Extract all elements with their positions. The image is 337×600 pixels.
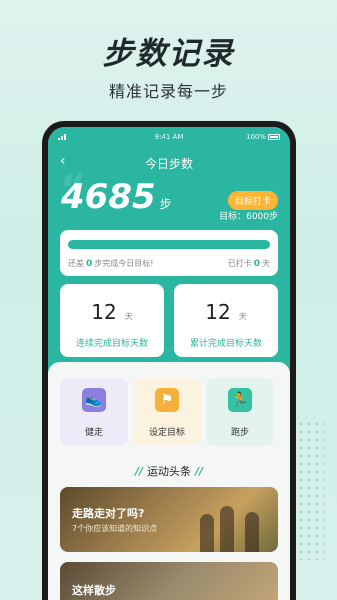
stat-value: 12 天 [91, 300, 133, 324]
person-silhouette [200, 514, 214, 552]
stat-label: 连续完成目标天数 [75, 339, 148, 349]
person-silhouette [245, 512, 259, 552]
phone-frame: 9:41 AM 100% ‹ 今日步数 “ 4685 步 目标打卡 目标：6000… [42, 121, 296, 600]
walk-button[interactable]: 👟 健走 [60, 378, 128, 446]
run-icon: 🏃 [228, 388, 252, 412]
promo-subtitle: 精准记录每一步 [108, 82, 228, 101]
set-goal-label: 设定目标 [148, 428, 185, 438]
news-title: 这样散步 [72, 584, 116, 597]
total-days-card: 12 天 累计完成目标天数 [174, 284, 278, 357]
step-unit: 步 [159, 197, 172, 211]
slash-icon: // [134, 465, 143, 478]
stat-label: 累计完成目标天数 [189, 339, 262, 349]
progress-card: 还差 0 步完成今日目标! 已打卡 0 天 [60, 230, 278, 276]
step-number: 4685 [61, 177, 156, 217]
consecutive-days-card: 12 天 连续完成目标天数 [60, 284, 164, 357]
battery-percent: 100% [245, 133, 266, 141]
promo-title: 步数记录 [102, 36, 235, 72]
section-title: //运动头条// [134, 465, 204, 478]
battery-icon [268, 134, 280, 140]
checkin-button[interactable]: 目标打卡 [227, 191, 278, 210]
slash-icon: // [195, 465, 204, 478]
battery-indicator: 100% [246, 133, 280, 141]
news-title: 走路走对了吗? [72, 507, 145, 520]
person-silhouette [220, 506, 234, 552]
progress-bar [68, 240, 270, 249]
step-count: 4685 步 [61, 177, 172, 217]
run-button[interactable]: 🏃 跑步 [206, 378, 274, 446]
status-bar: 9:41 AM 100% [48, 132, 290, 144]
walk-icon: 👟 [82, 388, 106, 412]
goal-text: 目标：6000步 [219, 212, 278, 222]
remaining-steps-text: 还差 0 步完成今日目标! [68, 259, 154, 269]
walk-label: 健走 [84, 428, 103, 438]
checkin-days-text: 已打卡 0 天 [227, 259, 270, 269]
set-goal-button[interactable]: ⚑ 设定目标 [133, 378, 201, 446]
stat-value: 12 天 [205, 300, 247, 324]
app-screen: 9:41 AM 100% ‹ 今日步数 “ 4685 步 目标打卡 目标：6000… [48, 127, 290, 600]
run-label: 跑步 [230, 428, 249, 438]
target-icon: ⚑ [155, 388, 179, 412]
news-card[interactable]: 这样散步 [60, 562, 278, 600]
news-subtitle: 7个你应该知道的知识点 [72, 524, 158, 533]
news-card[interactable]: 走路走对了吗? 7个你应该知道的知识点 [60, 487, 278, 552]
